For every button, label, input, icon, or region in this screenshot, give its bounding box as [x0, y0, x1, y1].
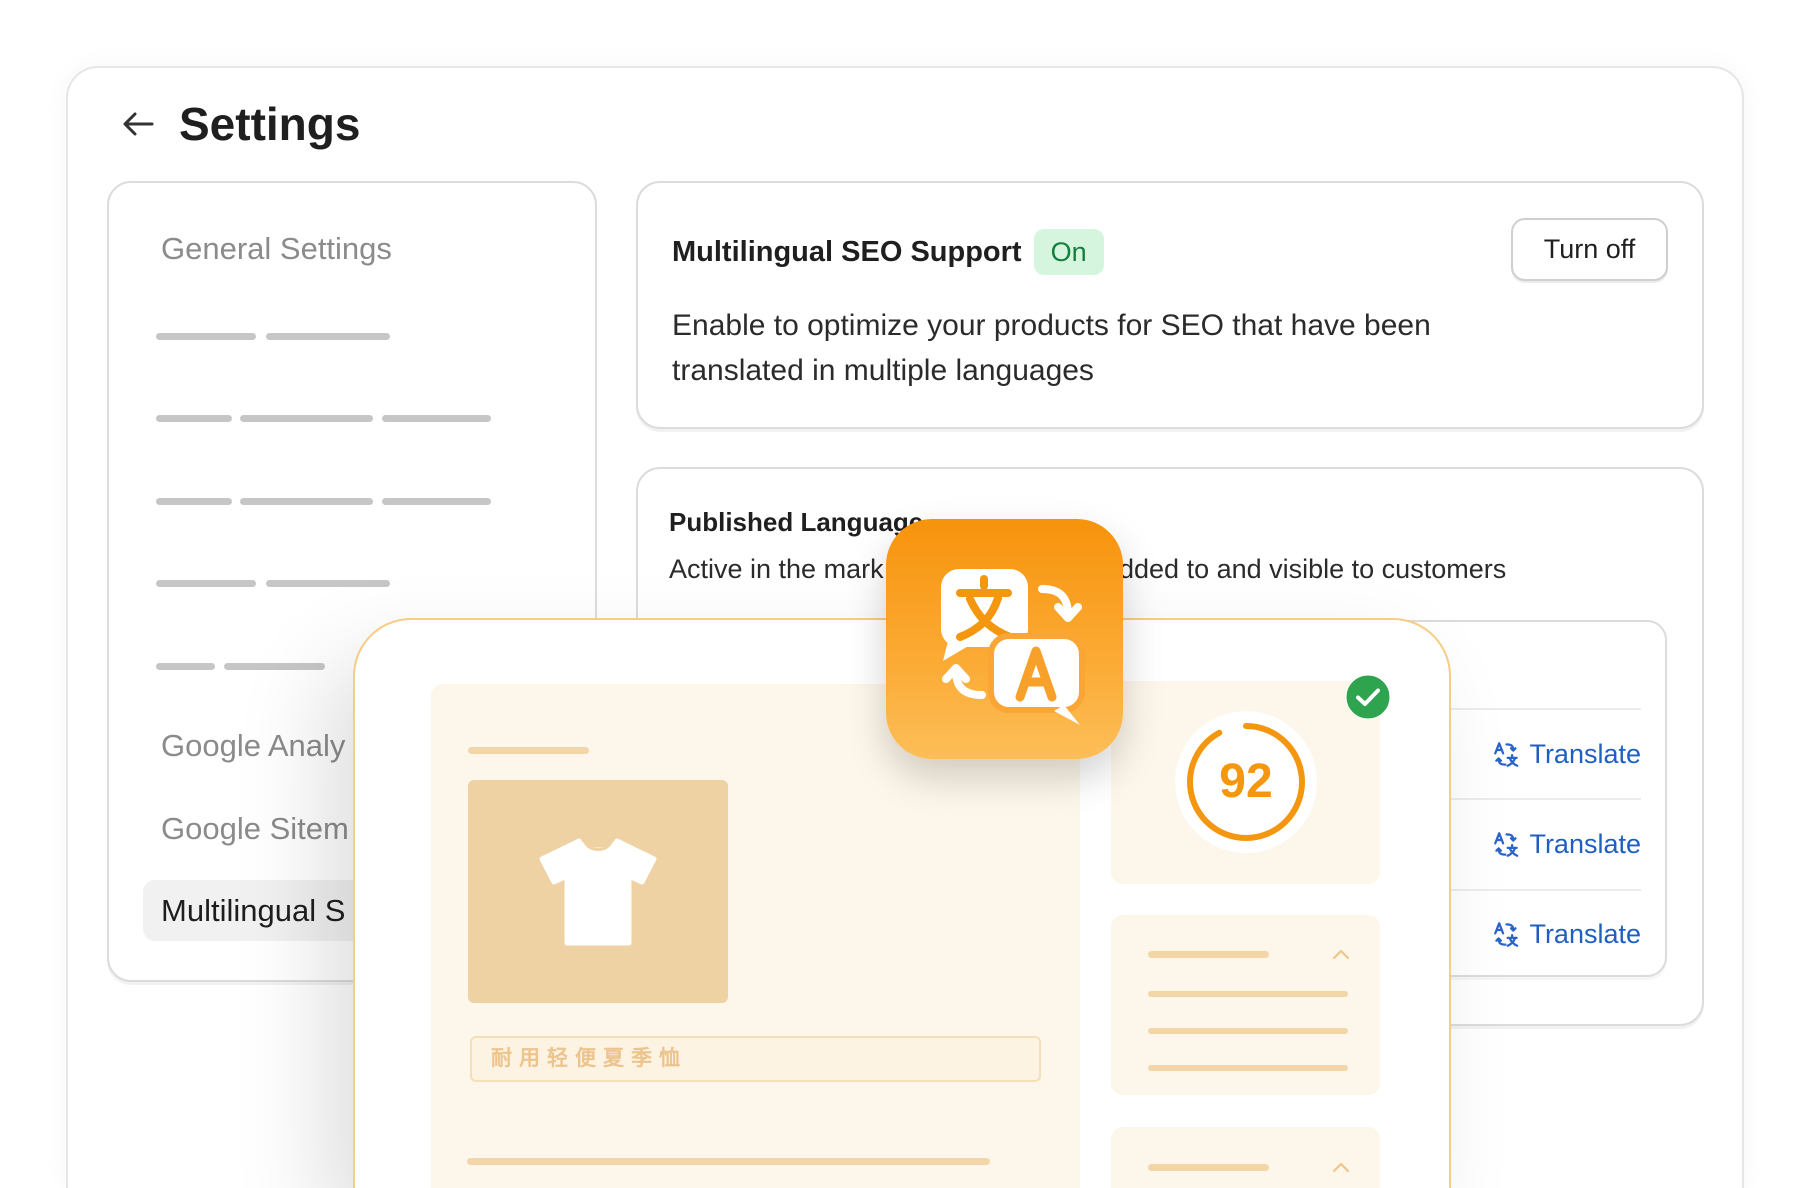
skeleton-line — [156, 333, 256, 340]
seo-card-title: Multilingual SEO Support — [672, 235, 1022, 268]
seo-detail-card — [1111, 915, 1380, 1095]
check-circle-icon — [1345, 674, 1391, 720]
product-panel: 耐用轻便夏季恤 — [431, 684, 1080, 1188]
skeleton-line — [156, 580, 256, 587]
status-badge: On — [1033, 229, 1104, 275]
translate-link[interactable]: Translate — [1493, 891, 1641, 977]
skeleton-line — [156, 663, 215, 670]
skeleton-line — [1148, 1028, 1348, 1034]
product-image — [468, 780, 728, 1003]
seo-title-row: Multilingual SEO Support On — [672, 229, 1104, 275]
translate-icon — [1494, 921, 1519, 947]
translate-link[interactable]: Translate — [1493, 800, 1641, 889]
skeleton-line — [156, 498, 232, 505]
skeleton-line — [156, 415, 232, 422]
skeleton-line — [1148, 991, 1348, 997]
product-title-field[interactable]: 耐用轻便夏季恤 — [470, 1036, 1041, 1082]
arrow-left-icon — [123, 112, 154, 136]
skeleton-line — [1148, 951, 1269, 958]
multilingual-seo-card: Multilingual SEO Support On Turn off Ena… — [636, 181, 1704, 429]
translate-icon — [1494, 832, 1519, 857]
description-line: translated in multiple languages — [672, 354, 1094, 387]
chevron-up-icon[interactable] — [1332, 948, 1350, 960]
skeleton-line — [266, 333, 390, 340]
back-button[interactable] — [120, 108, 156, 140]
chevron-up-icon[interactable] — [1332, 1161, 1350, 1173]
seo-score-gauge: 92 — [1166, 702, 1326, 862]
skeleton-line — [468, 747, 589, 754]
sidebar-heading[interactable]: General Settings — [161, 231, 392, 267]
page-title: Settings — [179, 98, 361, 150]
seo-detail-card — [1111, 1127, 1380, 1188]
skeleton-line — [382, 498, 491, 505]
translate-app-icon — [886, 519, 1123, 759]
skeleton-line — [467, 1158, 990, 1165]
skeleton-line — [1148, 1164, 1269, 1171]
seo-card-description: Enable to optimize your products for SEO… — [672, 303, 1431, 393]
skeleton-line — [240, 415, 373, 422]
published-language-subtitle-end: dded to and visible to customers — [1119, 554, 1507, 584]
skeleton-line — [240, 498, 373, 505]
seo-score-value: 92 — [1219, 755, 1273, 808]
translate-icon — [1494, 741, 1519, 767]
translate-label: Translate — [1529, 829, 1641, 859]
translate-label: Translate — [1529, 738, 1641, 769]
published-language-subtitle: Active in the mark — [669, 554, 884, 584]
app-window: Settings General Settings Google Analy G… — [0, 0, 1802, 1188]
translate-label: Translate — [1529, 918, 1641, 949]
tshirt-icon — [539, 838, 657, 946]
skeleton-line — [382, 415, 491, 422]
skeleton-line — [1148, 1065, 1348, 1071]
seo-score-card: 92 — [1111, 681, 1380, 884]
translate-link[interactable]: Translate — [1493, 710, 1641, 798]
skeleton-line — [266, 580, 390, 587]
description-line: Enable to optimize your products for SEO… — [672, 309, 1431, 342]
skeleton-line — [224, 663, 325, 670]
turn-off-button[interactable]: Turn off — [1511, 218, 1668, 281]
